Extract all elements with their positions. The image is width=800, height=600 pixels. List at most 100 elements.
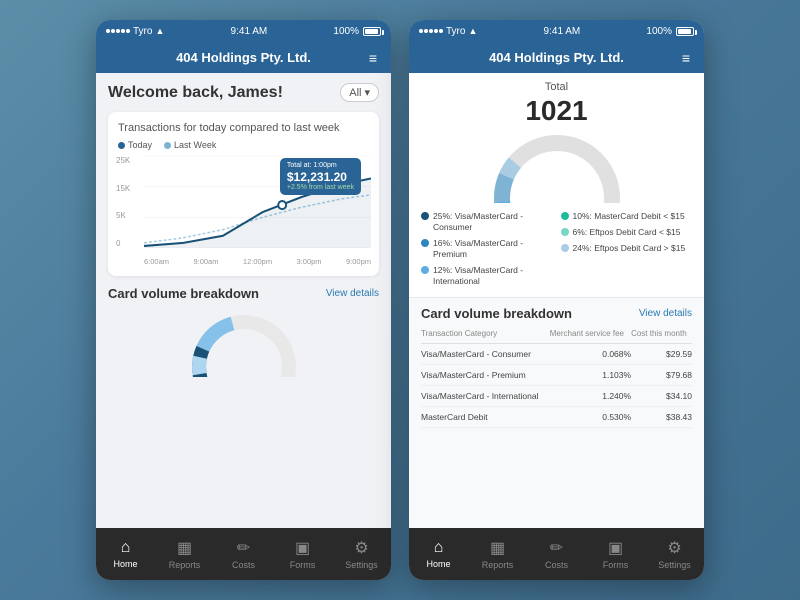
nav-forms-2[interactable]: ▣ Forms	[586, 528, 645, 580]
nav-home-2[interactable]: ⌂ Home	[409, 528, 468, 580]
x-label-12pm: 12:00pm	[243, 257, 272, 266]
row-0-cost: $29.59	[631, 344, 692, 365]
bottom-nav-2: ⌂ Home ▦ Reports ✏ Costs ▣ Forms ⚙ Setti…	[409, 528, 704, 580]
all-filter-dropdown[interactable]: All ▾	[340, 83, 379, 102]
col-header-fee: Merchant service fee	[550, 329, 631, 344]
tooltip-title: Total at: 1:00pm	[287, 162, 354, 169]
nav-settings-1[interactable]: ⚙ Settings	[332, 528, 391, 580]
col-header-category: Transaction Category	[421, 329, 550, 344]
breakdown-table: Transaction Category Merchant service fe…	[421, 329, 692, 428]
row-1-category: Visa/MasterCard - Premium	[421, 365, 550, 386]
nav-home-1[interactable]: ⌂ Home	[96, 528, 155, 580]
legend-bullet-r1	[561, 228, 569, 236]
breakdown-header: Card volume breakdown View details	[421, 306, 692, 321]
tooltip-amount: $12,231.20	[287, 170, 354, 184]
status-bar-2: Tyro ▲ 9:41 AM 100%	[409, 20, 704, 42]
nav-forms-label-2: Forms	[603, 560, 629, 570]
app-header-2: 404 Holdings Pty. Ltd. ≡	[409, 42, 704, 73]
all-filter-label: All	[349, 87, 361, 99]
nav-forms-1[interactable]: ▣ Forms	[273, 528, 332, 580]
today-label: Today	[128, 140, 152, 150]
carrier-2: Tyro	[446, 26, 465, 37]
nav-forms-label-1: Forms	[290, 560, 316, 570]
carrier-1: Tyro	[133, 26, 152, 37]
status-left-2: Tyro ▲	[419, 26, 477, 37]
wifi-icon-1: ▲	[155, 26, 164, 36]
x-label-9am: 9:00am	[193, 257, 218, 266]
header-title-1: 404 Holdings Pty. Ltd.	[176, 50, 311, 65]
donut-section: Total 1021 25%:	[409, 73, 704, 298]
legend-text-2: 12%: Visa/MasterCard - International	[433, 265, 553, 287]
legend-text-r2: 24%: Eftpos Debit Card > $15	[573, 243, 686, 254]
legend-bullet-r2	[561, 244, 569, 252]
donut-small-svg	[184, 307, 304, 377]
chart-x-labels: 6:00am 9:00am 12:00pm 3:00pm 9:00pm	[144, 257, 371, 266]
chart-tooltip: Total at: 1:00pm $12,231.20 +2.5% from l…	[280, 158, 361, 195]
nav-costs-2[interactable]: ✏ Costs	[527, 528, 586, 580]
phone-1: Tyro ▲ 9:41 AM 100% 404 Holdings Pty. Lt…	[96, 20, 391, 580]
time-2: 9:41 AM	[544, 26, 581, 37]
card-volume-view-details[interactable]: View details	[326, 288, 379, 299]
nav-costs-label-1: Costs	[232, 560, 255, 570]
legend-text-0: 25%: Visa/MasterCard - Consumer	[433, 211, 553, 233]
breakdown-section: Card volume breakdown View details Trans…	[409, 298, 704, 528]
forms-icon-2: ▣	[608, 538, 623, 558]
menu-icon-2[interactable]: ≡	[682, 50, 690, 66]
x-label-9pm: 9:00pm	[346, 257, 371, 266]
bottom-nav-1: ⌂ Home ▦ Reports ✏ Costs ▣ Forms ⚙ Setti…	[96, 528, 391, 580]
legend-bullet-1	[421, 239, 429, 247]
breakdown-row-2: Visa/MasterCard - International 1.240% $…	[421, 386, 692, 407]
status-bar-1: Tyro ▲ 9:41 AM 100%	[96, 20, 391, 42]
wifi-icon-2: ▲	[468, 26, 477, 36]
x-label-3pm: 3:00pm	[297, 257, 322, 266]
row-2-category: Visa/MasterCard - International	[421, 386, 550, 407]
x-label-6am: 6:00am	[144, 257, 169, 266]
donut-total-label: Total	[545, 81, 568, 93]
row-0-fee: 0.068%	[550, 344, 631, 365]
row-3-fee: 0.530%	[550, 407, 631, 428]
nav-settings-label-1: Settings	[345, 560, 378, 570]
chart-legend: Today Last Week	[118, 140, 369, 150]
row-2-cost: $34.10	[631, 386, 692, 407]
nav-settings-2[interactable]: ⚙ Settings	[645, 528, 704, 580]
legend-text-r1: 6%: Eftpos Debit Card < $15	[573, 227, 681, 238]
chart-area: Total at: 1:00pm $12,231.20 +2.5% from l…	[116, 156, 371, 266]
y-label-5k: 5K	[116, 211, 141, 220]
nav-costs-label-2: Costs	[545, 560, 568, 570]
breakdown-title: Card volume breakdown	[421, 306, 572, 321]
time-1: 9:41 AM	[231, 26, 268, 37]
signal-icon-2	[419, 29, 443, 33]
home-icon-1: ⌂	[121, 539, 131, 557]
status-right-2: 100%	[646, 26, 694, 37]
y-label-0: 0	[116, 239, 141, 248]
header-title-2: 404 Holdings Pty. Ltd.	[489, 50, 624, 65]
nav-reports-2[interactable]: ▦ Reports	[468, 528, 527, 580]
nav-costs-1[interactable]: ✏ Costs	[214, 528, 273, 580]
reports-icon-1: ▦	[177, 538, 192, 558]
status-right-1: 100%	[333, 26, 381, 37]
costs-icon-2: ✏	[550, 538, 563, 558]
donut-small-container	[108, 307, 379, 377]
breakdown-view-details[interactable]: View details	[639, 308, 692, 319]
costs-icon-1: ✏	[237, 538, 250, 558]
legend-bullet-0	[421, 212, 429, 220]
status-left-1: Tyro ▲	[106, 26, 164, 37]
chart-y-labels: 25K 15K 5K 0	[116, 156, 141, 248]
legend-entry-0: 25%: Visa/MasterCard - Consumer	[421, 211, 553, 233]
donut-legend-left: 25%: Visa/MasterCard - Consumer 16%: Vis…	[421, 211, 553, 287]
welcome-row: Welcome back, James! All ▾	[108, 83, 379, 102]
breakdown-row-0: Visa/MasterCard - Consumer 0.068% $29.59	[421, 344, 692, 365]
donut-total-number: 1021	[525, 95, 587, 127]
nav-reports-1[interactable]: ▦ Reports	[155, 528, 214, 580]
menu-icon-1[interactable]: ≡	[369, 50, 377, 66]
row-3-category: MasterCard Debit	[421, 407, 550, 428]
y-label-25k: 25K	[116, 156, 141, 165]
nav-reports-label-1: Reports	[169, 560, 201, 570]
row-1-cost: $79.68	[631, 365, 692, 386]
nav-settings-label-2: Settings	[658, 560, 691, 570]
signal-icon	[106, 29, 130, 33]
today-dot-icon	[118, 142, 125, 149]
settings-icon-1: ⚙	[354, 538, 368, 558]
legend-bullet-2	[421, 266, 429, 274]
legend-entry-1: 16%: Visa/MasterCard - Premium	[421, 238, 553, 260]
